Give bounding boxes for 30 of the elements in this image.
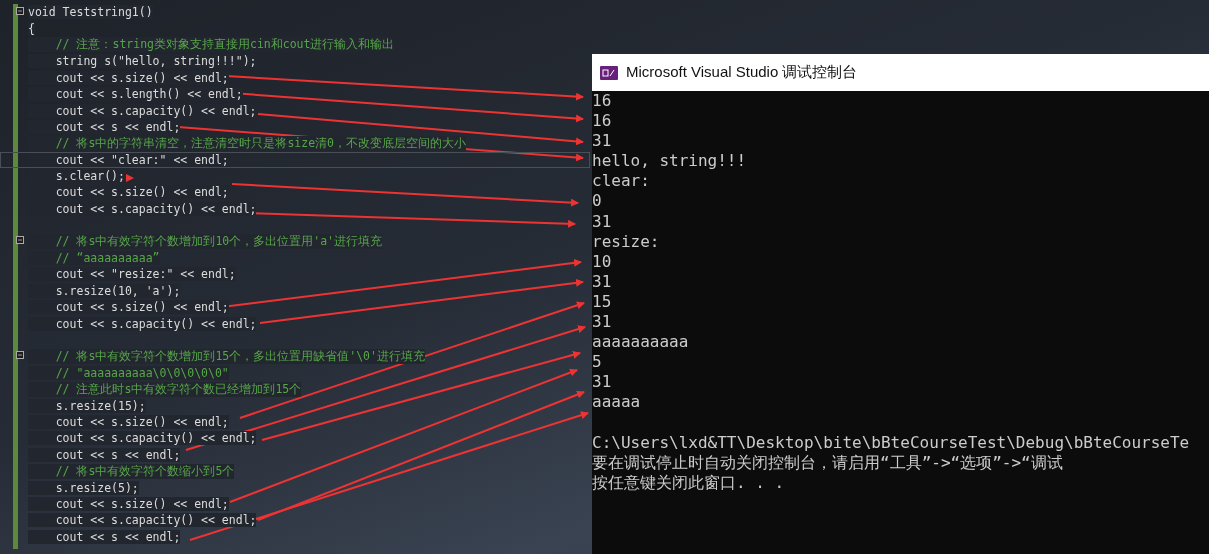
console-output-line: hello, string!!!	[592, 151, 748, 172]
console-output-line: 10	[592, 251, 613, 272]
console-output-line: aaaaaaaaaa	[592, 332, 690, 353]
code-comment: // 将s中有效字符个数缩小到5个	[28, 463, 235, 479]
console-output-line: 31	[592, 211, 613, 232]
console-output-line: 16	[592, 111, 613, 132]
console-output-line: 0	[592, 191, 603, 212]
fold-toggle-icon[interactable]	[16, 236, 24, 245]
console-output-line: C:\Users\lxd&TT\Desktop\bite\bBteCourseTest\Debug\bBteCourseTe	[592, 432, 1191, 453]
code-comment: // 注意：string类对象支持直接用cin和cout进行输入和输出	[28, 37, 395, 53]
console-output-line: 16	[592, 91, 613, 112]
console-output-line: 31	[592, 271, 613, 292]
console-output-line: clear:	[592, 171, 651, 192]
fold-toggle-icon[interactable]	[16, 351, 24, 360]
console-output-line: aaaaa	[592, 392, 642, 413]
code-comment: // 将s中有效字符个数增加到15个，多出位置用缺省值'\0'进行填充	[28, 348, 425, 364]
code-comment: // 注意此时s中有效字符个数已经增加到15个	[28, 381, 302, 397]
console-app-icon	[600, 65, 618, 80]
code-comment: // "aaaaaaaaaa\0\0\0\0\0"	[28, 365, 229, 380]
console-output-line: 5	[592, 352, 603, 373]
window-title: Microsoft Visual Studio 调试控制台	[626, 63, 858, 82]
console-output-line: 31	[592, 131, 613, 152]
console-output-line: 按任意键关闭此窗口. . .	[592, 472, 786, 493]
console-output-line: 15	[592, 291, 613, 313]
fold-toggle-icon[interactable]	[16, 7, 24, 15]
console-output-line: resize:	[592, 231, 661, 252]
console-output-line: 31	[592, 372, 613, 393]
pointer-arrow-icon	[126, 174, 134, 182]
console-output-line: 要在调试停止时自动关闭控制台，请启用“工具”->“选项”->“调试	[592, 452, 1064, 473]
console-output-line: 31	[592, 312, 613, 333]
